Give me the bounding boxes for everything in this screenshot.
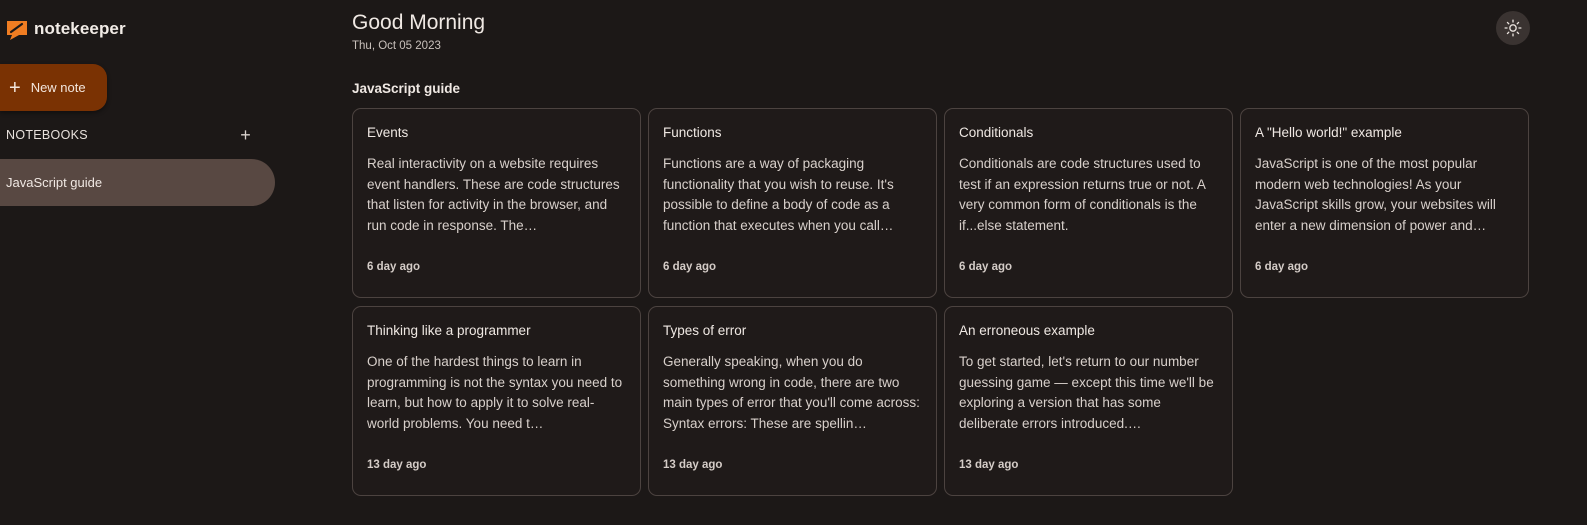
sidebar-item-label: JavaScript guide [6, 175, 103, 190]
note-preview: Generally speaking, when you do somethin… [663, 354, 920, 431]
note-time: 6 day ago [959, 261, 1013, 273]
note-time: 6 day ago [367, 261, 421, 273]
app-name: notekeeper [34, 19, 126, 38]
note-title: An erroneous example [959, 323, 1095, 338]
notebook-title: JavaScript guide [352, 81, 461, 96]
note-card[interactable]: A "Hello world!" example JavaScript is o… [1240, 108, 1529, 298]
note-title: Thinking like a programmer [367, 323, 531, 338]
note-card[interactable]: An erroneous example To get started, let… [944, 306, 1233, 496]
notebooks-header: NOTEBOOKS + [6, 126, 251, 144]
note-card[interactable]: Events Real interactivity on a website r… [352, 108, 641, 298]
note-time: 13 day ago [959, 459, 1019, 471]
note-preview: To get started, let's return to our numb… [959, 354, 1214, 431]
note-preview: Real interactivity on a website requires… [367, 156, 620, 233]
note-title: Functions [663, 125, 722, 140]
sun-icon [1504, 19, 1522, 37]
note-card[interactable]: Thinking like a programmer One of the ha… [352, 306, 641, 496]
sidebar-item-javascript-guide[interactable]: JavaScript guide [0, 159, 275, 206]
new-note-button[interactable]: + New note [0, 64, 107, 111]
greeting-title: Good Morning [352, 11, 486, 34]
note-title: A "Hello world!" example [1255, 125, 1402, 140]
notes-grid: Events Real interactivity on a website r… [352, 108, 1529, 496]
logo-icon [7, 21, 27, 40]
note-preview: Functions are a way of packaging functio… [663, 156, 894, 233]
main-content: Good Morning Thu, Oct 05 2023 JavaScript… [352, 0, 1587, 525]
note-time: 6 day ago [663, 261, 717, 273]
note-preview: One of the hardest things to learn in pr… [367, 354, 623, 431]
sidebar: notekeeper + New note NOTEBOOKS + JavaSc… [0, 0, 290, 525]
note-time: 13 day ago [367, 459, 427, 471]
theme-toggle-button[interactable] [1496, 11, 1530, 45]
note-title: Events [367, 125, 409, 140]
note-time: 6 day ago [1255, 261, 1309, 273]
notebooks-heading: NOTEBOOKS [6, 128, 88, 142]
note-time: 13 day ago [663, 459, 723, 471]
note-preview: Conditionals are code structures used to… [959, 156, 1206, 233]
app-root: notekeeper + New note NOTEBOOKS + JavaSc… [0, 0, 1587, 525]
note-title: Conditionals [959, 125, 1034, 140]
note-card[interactable]: Types of error Generally speaking, when … [648, 306, 937, 496]
note-preview: JavaScript is one of the most popular mo… [1255, 156, 1496, 233]
current-date: Thu, Oct 05 2023 [352, 40, 441, 52]
add-notebook-icon[interactable]: + [240, 126, 251, 144]
app-logo[interactable]: notekeeper [6, 18, 126, 40]
note-card[interactable]: Conditionals Conditionals are code struc… [944, 108, 1233, 298]
note-title: Types of error [663, 323, 747, 338]
new-note-label: New note [30, 80, 86, 95]
plus-icon: + [9, 76, 21, 99]
note-card[interactable]: Functions Functions are a way of packagi… [648, 108, 937, 298]
